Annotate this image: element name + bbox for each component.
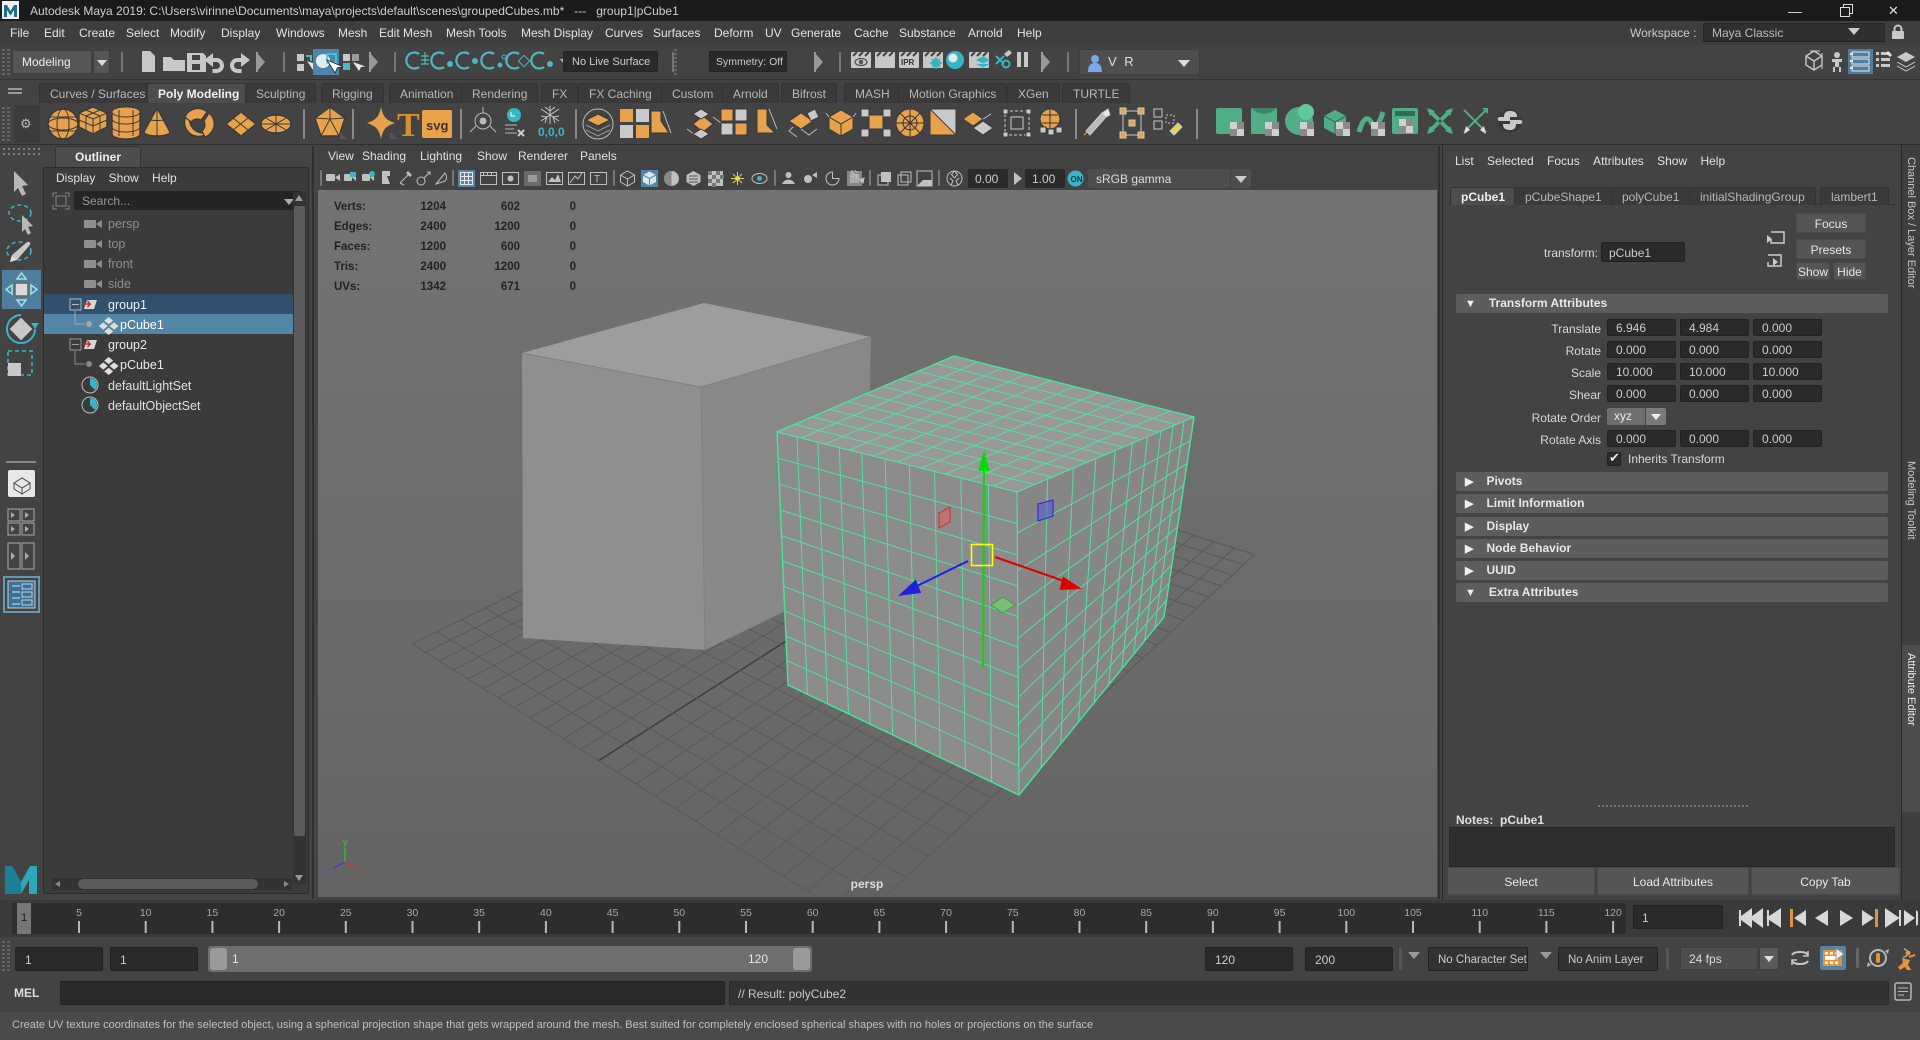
svg-text:120: 120	[1604, 907, 1622, 919]
svg-text:defaultObjectSet: defaultObjectSet	[108, 399, 201, 413]
svg-text:95: 95	[1274, 907, 1286, 919]
svg-text:front: front	[108, 257, 134, 271]
svg-text:5: 5	[76, 907, 82, 919]
svg-text:group2: group2	[108, 338, 147, 352]
svg-text:65: 65	[874, 907, 886, 919]
svg-text:T: T	[594, 174, 600, 185]
svg-text:20: 20	[273, 907, 285, 919]
svg-text:100: 100	[1338, 907, 1356, 919]
svg-text:persp: persp	[851, 877, 884, 891]
svg-text:45: 45	[607, 907, 619, 919]
svg-text:105: 105	[1404, 907, 1422, 919]
svg-text:70: 70	[940, 907, 952, 919]
svg-text:T: T	[397, 107, 420, 144]
svg-text:90: 90	[1207, 907, 1219, 919]
svg-text:60: 60	[807, 907, 819, 919]
svg-text:y: y	[343, 837, 348, 847]
svg-text:55: 55	[740, 907, 752, 919]
svg-text:30: 30	[407, 907, 419, 919]
svg-text:group1: group1	[108, 298, 147, 312]
svg-text:IPR: IPR	[901, 58, 915, 67]
svg-text:25: 25	[340, 907, 352, 919]
svg-text:pCube1: pCube1	[120, 318, 164, 332]
svg-text:0,0,0: 0,0,0	[538, 125, 565, 139]
svg-text:15: 15	[207, 907, 219, 919]
svg-text:35: 35	[473, 907, 485, 919]
svg-text:85: 85	[1140, 907, 1152, 919]
svg-text:svg: svg	[426, 118, 448, 133]
svg-text:80: 80	[1074, 907, 1086, 919]
svg-text:x: x	[360, 866, 365, 876]
svg-text:40: 40	[540, 907, 552, 919]
svg-text:10: 10	[140, 907, 152, 919]
svg-text:75: 75	[1007, 907, 1019, 919]
svg-text:50: 50	[673, 907, 685, 919]
svg-text:0.00: 0.00	[975, 172, 999, 186]
svg-text:persp: persp	[108, 217, 139, 231]
svg-text:115: 115	[1538, 907, 1555, 919]
svg-text:z: z	[325, 866, 330, 876]
svg-text:defaultLightSet: defaultLightSet	[108, 379, 192, 393]
svg-text:top: top	[108, 237, 125, 251]
svg-text:pCube1: pCube1	[120, 358, 164, 372]
svg-text:110: 110	[1471, 907, 1488, 919]
svg-text:sRGB gamma: sRGB gamma	[1096, 172, 1172, 186]
svg-text:ON: ON	[1071, 175, 1083, 184]
svg-text:1.00: 1.00	[1032, 172, 1056, 186]
svg-text:side: side	[108, 277, 131, 291]
